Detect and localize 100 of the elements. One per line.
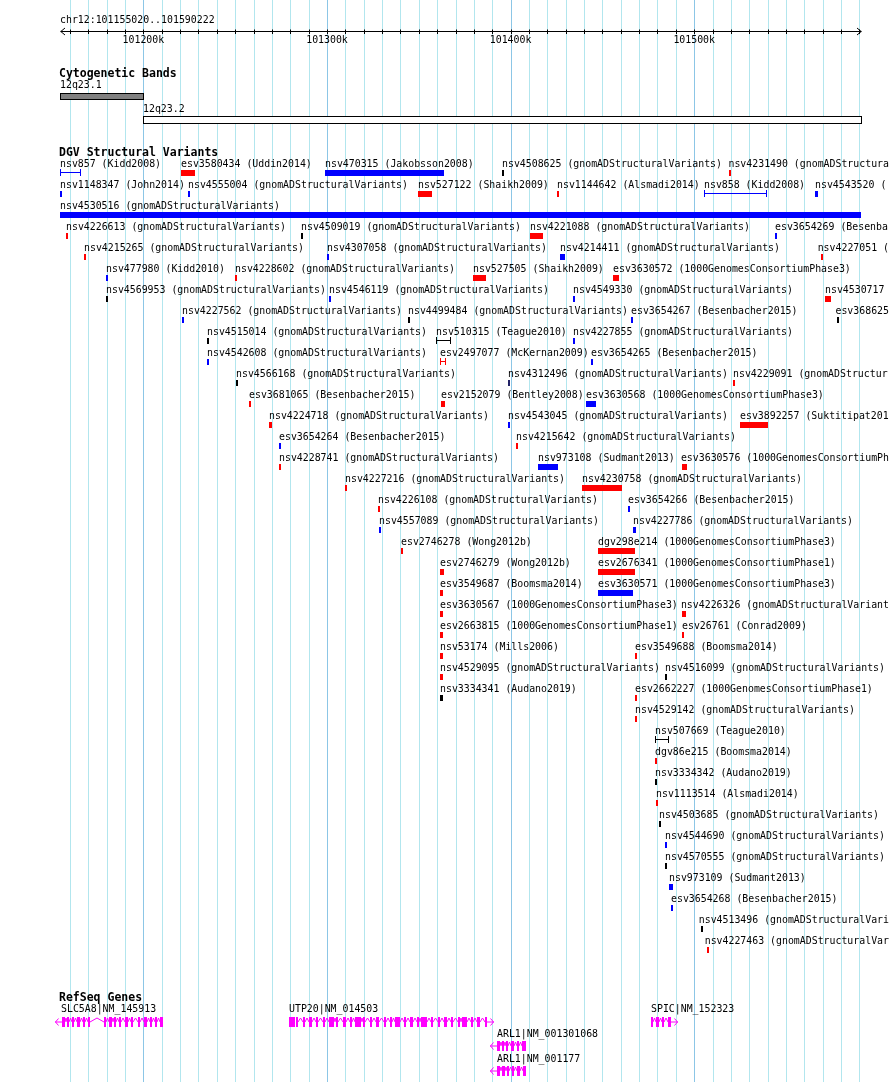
variant-label: nsv4226326 (gnomADStructuralVariant [680, 598, 889, 611]
variant-label: esv3654266 (Besenbacher2015) [628, 493, 795, 506]
variant-interval[interactable] [655, 735, 669, 743]
gene-label: UTP20|NM_014503 [289, 1003, 379, 1015]
variant-bar[interactable] [538, 463, 558, 470]
variant-label: nsv53174 (Mills2006) [440, 640, 559, 653]
variant-label: nsv4226613 (gnomADStructuralVariants) [66, 220, 286, 233]
variant-label: nsv507669 (Teague2010) [655, 724, 786, 737]
variant-label: nsv4227051 ( [817, 241, 889, 254]
variant-label: nsv470315 (Jakobsson2008) [325, 157, 474, 170]
variant-label: nsv4542608 (gnomADStructuralVariants) [207, 346, 427, 359]
variant-label: esv368625 [835, 304, 889, 317]
variant-bar[interactable] [598, 589, 633, 596]
variant-label: nsv4530717 [825, 283, 885, 296]
variant-label: dgv298e214 (1000GenomesConsortiumPhase3) [598, 535, 836, 548]
variant-label: nsv4544690 (gnomADStructuralVariants) [665, 829, 885, 842]
variant-label: esv2497077 (McKernan2009) [440, 346, 589, 359]
variant-label: nsv3334341 (Audano2019) [440, 682, 577, 695]
variant-label: esv3654264 (Besenbacher2015) [279, 430, 446, 443]
variant-label: nsv4569953 (gnomADStructuralVariants) [106, 283, 326, 296]
variant-label: nsv4228741 (gnomADStructuralVariants) [279, 451, 499, 464]
variant-bar[interactable] [440, 694, 443, 701]
variant-label: nsv4566168 (gnomADStructuralVariants) [236, 367, 456, 380]
variant-label: esv3654268 (Besenbacher2015) [671, 892, 838, 905]
variant-bar[interactable] [60, 211, 861, 218]
variant-label: esv3549687 (Boomsma2014) [440, 577, 583, 590]
variant-label: nsv4509019 (gnomADStructuralVariants) [301, 220, 521, 233]
variant-bar[interactable] [560, 253, 565, 260]
variant-label: esv3892257 (Suktitipat201 [740, 409, 889, 422]
variant-label: nsv4230758 (gnomADStructuralVariants) [582, 472, 802, 485]
variant-label: nsv4515014 (gnomADStructuralVariants) [207, 325, 427, 338]
variant-label: nsv527505 (Shaikh2009) [473, 262, 604, 275]
track-title: DGV Structural Variants [59, 146, 219, 159]
tick-label: 101200k [122, 34, 165, 46]
variant-interval[interactable] [436, 336, 451, 344]
variant-bar[interactable] [325, 169, 444, 176]
variant-label: esv2746278 (Wong2012b) [401, 535, 532, 548]
variant-label: nsv4529142 (gnomADStructuralVariants) [635, 703, 855, 716]
variant-label: esv2662227 (1000GenomesConsortiumPhase1) [635, 682, 873, 695]
variant-label: nsv527122 (Shaikh2009) [418, 178, 549, 191]
gene-label: SPIC|NM_152323 [651, 1003, 735, 1015]
variant-label: nsv4214411 (gnomADStructuralVariants) [560, 241, 780, 254]
variant-label: nsv4555004 (gnomADStructuralVariants) [188, 178, 408, 191]
variant-label: nsv1113514 (Alsmadi2014) [656, 787, 799, 800]
variant-label: esv26761 (Conrad2009) [682, 619, 807, 632]
variant-label: esv3630568 (1000GenomesConsortiumPhase3) [586, 388, 824, 401]
variant-label: nsv510315 (Teague2010) [436, 325, 567, 338]
variant-label: esv2663815 (1000GenomesConsortiumPhase1) [440, 619, 678, 632]
variant-interval[interactable] [60, 168, 81, 176]
variant-label: nsv477980 (Kidd2010) [106, 262, 225, 275]
variant-label: nsv4499484 (gnomADStructuralVariants) [408, 304, 628, 317]
variant-label: esv3630572 (1000GenomesConsortiumPhase3) [613, 262, 851, 275]
variant-bar[interactable] [586, 400, 596, 407]
gene-label: ARL1|NM_001177 [497, 1052, 581, 1065]
variant-label: esv2676341 (1000GenomesConsortiumPhase1) [598, 556, 836, 569]
band-label: 12q23.1 [60, 79, 102, 91]
variant-bar[interactable] [633, 526, 636, 533]
variant-label: nsv3334342 (Audano2019) [655, 766, 792, 779]
variant-label: nsv4227216 (gnomADStructuralVariants) [345, 472, 565, 485]
variant-label: nsv4543520 ( [815, 178, 887, 191]
variant-label: nsv4312496 (gnomADStructuralVariants) [508, 367, 728, 380]
variant-label: esv3549688 (Boomsma2014) [635, 640, 778, 653]
variant-label: nsv858 (Kidd2008) [704, 178, 806, 191]
variant-label: nsv4227855 (gnomADStructuralVariants) [573, 325, 793, 338]
variant-label: nsv4529095 (gnomADStructuralVariants) [440, 661, 660, 674]
variant-label: nsv4508625 (gnomADStructuralVariants) [502, 157, 722, 170]
variant-label: nsv4503685 (gnomADStructuralVariants) [659, 808, 879, 821]
variant-label: nsv973108 (Sudmant2013) [538, 451, 675, 464]
variant-label: nsv4224718 (gnomADStructuralVariants) [269, 409, 489, 422]
gene-model-drawing[interactable] [55, 1016, 163, 1027]
variant-label: esv2746279 (Wong2012b) [440, 556, 571, 569]
variant-label: nsv4570555 (gnomADStructuralVariants) [665, 850, 885, 863]
variant-label: nsv4226108 (gnomADStructuralVariants) [378, 493, 598, 506]
gene-label: SLC5A8|NM_145913 [61, 1003, 157, 1015]
variant-label: esv3654269 (Besenba [775, 220, 888, 233]
tick-label: 101400k [489, 34, 532, 46]
gene-model-drawing[interactable] [289, 1016, 494, 1027]
variant-label: esv3580434 (Uddin2014) [181, 157, 312, 170]
gene-model-drawing[interactable] [651, 1016, 678, 1027]
gene-model-drawing[interactable] [490, 1066, 526, 1076]
variant-label: nsv4543045 (gnomADStructuralVariants) [508, 409, 728, 422]
variant-label: esv3654267 (Besenbacher2015) [631, 304, 798, 317]
variant-label: esv3630567 (1000GenomesConsortiumPhase3) [440, 598, 678, 611]
variant-label: nsv4215265 (gnomADStructuralVariants) [84, 241, 304, 254]
variant-label: nsv4227463 (gnomADStructuralVar [704, 934, 889, 947]
variant-label: nsv4307058 (gnomADStructuralVariants) [327, 241, 547, 254]
gene-label: ARL1|NM_001301068 [497, 1028, 599, 1040]
variant-label: nsv4549330 (gnomADStructuralVariants) [573, 283, 793, 296]
variant-label: nsv1144642 (Alsmadi2014) [557, 178, 700, 191]
variant-label: nsv4229091 (gnomADStructur [733, 367, 888, 380]
variant-label: nsv4228602 (gnomADStructuralVariants) [235, 262, 455, 275]
variant-label: esv3654265 (Besenbacher2015) [591, 346, 758, 359]
variant-label: nsv4557089 (gnomADStructuralVariants) [379, 514, 599, 527]
variant-bar[interactable] [815, 190, 818, 197]
variant-label: dgv86e215 (Boomsma2014) [655, 745, 792, 758]
variant-interval[interactable] [704, 189, 767, 197]
variant-label: esv2152079 (Bentley2008) [441, 388, 584, 401]
gene-model-drawing[interactable] [490, 1040, 526, 1051]
variant-bar[interactable] [669, 883, 673, 890]
variant-label: nsv4513496 (gnomADStructuralVari [698, 913, 889, 926]
